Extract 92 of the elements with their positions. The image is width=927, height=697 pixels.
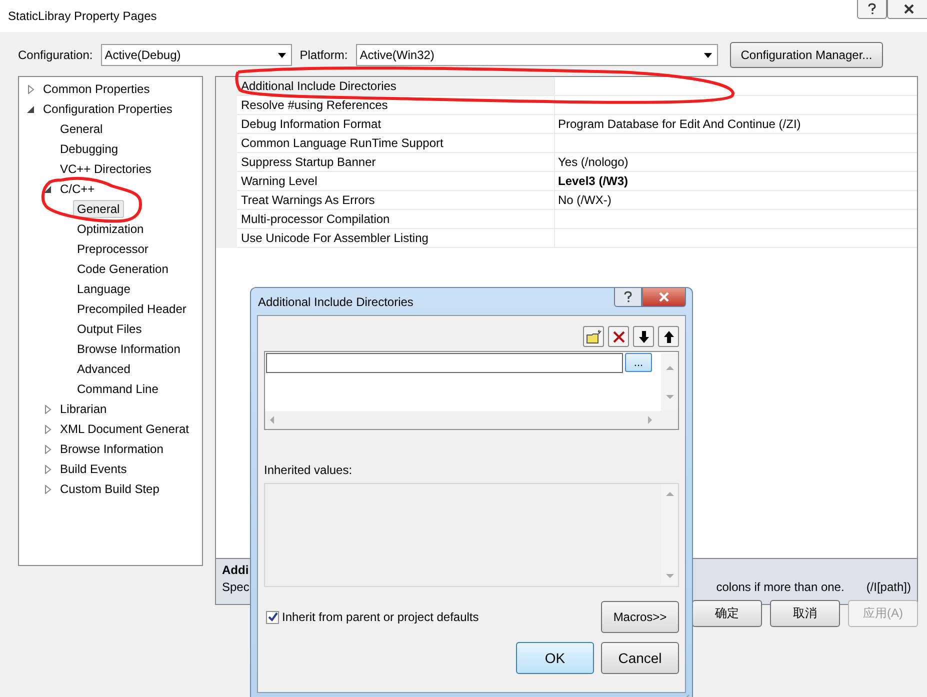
configuration-label: Configuration:: [18, 48, 93, 62]
property-name[interactable]: Additional Include Directories: [237, 77, 555, 96]
expanded-arrow-icon[interactable]: [27, 104, 35, 114]
dropdown-arrow-icon: [704, 52, 712, 58]
property-name[interactable]: Debug Information Format: [237, 115, 555, 134]
property-name[interactable]: Treat Warnings As Errors: [237, 191, 555, 210]
tree-item[interactable]: Configuration Properties: [39, 100, 176, 118]
tree-item[interactable]: Build Events: [56, 460, 131, 478]
description-text: Spec: [222, 580, 250, 594]
tree-item[interactable]: Browse Information: [73, 340, 184, 358]
dialog-button[interactable]: OK: [516, 642, 594, 674]
close-button[interactable]: [887, 0, 927, 19]
description-text: colons if more than one.: [716, 580, 844, 594]
tree-item[interactable]: C/C++: [56, 180, 99, 198]
property-value: Yes (/nologo): [558, 155, 628, 169]
up-arrow-icon: [664, 330, 674, 342]
help-icon: [623, 291, 633, 303]
move-up-button[interactable]: [658, 326, 679, 347]
dialog-button[interactable]: 确定: [692, 600, 762, 627]
tree-item[interactable]: Precompiled Header: [73, 300, 190, 318]
help-button[interactable]: [614, 288, 642, 307]
tree-item[interactable]: General: [73, 200, 124, 218]
delete-button[interactable]: [608, 326, 629, 347]
scroll-up-icon[interactable]: [666, 366, 674, 370]
property-name[interactable]: Suppress Startup Banner: [237, 153, 555, 172]
tree-item[interactable]: Command Line: [73, 380, 162, 398]
tree-item[interactable]: VC++ Directories: [56, 160, 156, 178]
property-value: Program Database for Edit And Continue (/ZI): [558, 117, 801, 131]
tree-item[interactable]: Custom Build Step: [56, 480, 164, 498]
move-down-button[interactable]: [633, 326, 654, 347]
row-header-cell[interactable]: [216, 77, 237, 96]
new-folder-button[interactable]: [583, 326, 604, 347]
tree-item[interactable]: Debugging: [56, 140, 122, 158]
property-name[interactable]: Use Unicode For Assembler Listing: [237, 229, 555, 248]
collapsed-arrow-icon[interactable]: [44, 464, 52, 474]
folder-icon: [586, 330, 602, 344]
tree-item[interactable]: Output Files: [73, 320, 146, 338]
vertical-scrollbar[interactable]: [661, 484, 678, 586]
property-value: No (/WX-): [558, 193, 612, 207]
help-icon: [867, 3, 877, 15]
collapsed-arrow-icon[interactable]: [27, 84, 35, 94]
command-line-option: (/I[path]): [866, 580, 911, 594]
expanded-arrow-icon[interactable]: [44, 184, 52, 194]
tree-item[interactable]: Language: [73, 280, 134, 298]
tree-item[interactable]: Browse Information: [56, 440, 168, 458]
browse-button[interactable]: ...: [625, 353, 652, 372]
tree-item[interactable]: Preprocessor: [73, 240, 152, 258]
dialog-button[interactable]: Cancel: [601, 642, 679, 674]
vertical-scrollbar[interactable]: [661, 353, 678, 411]
collapsed-arrow-icon[interactable]: [44, 444, 52, 454]
collapsed-arrow-icon[interactable]: [44, 404, 52, 414]
scroll-up-icon[interactable]: [666, 492, 674, 496]
platform-dropdown[interactable]: Active(Win32): [356, 44, 718, 66]
horizontal-scrollbar[interactable]: [265, 411, 678, 429]
configuration-manager-button[interactable]: Configuration Manager...: [730, 42, 884, 68]
property-value: Level3 (/W3): [558, 174, 628, 188]
property-name[interactable]: Multi-processor Compilation: [237, 210, 555, 229]
scroll-left-icon[interactable]: [270, 416, 274, 424]
help-button[interactable]: [857, 0, 887, 19]
window-title: StaticLibray Property Pages: [8, 9, 157, 23]
collapsed-arrow-icon[interactable]: [44, 424, 52, 434]
close-icon: [658, 292, 670, 302]
tree-item[interactable]: Librarian: [56, 400, 111, 418]
platform-label: Platform:: [300, 48, 348, 62]
close-icon: [903, 4, 915, 14]
dialog-button[interactable]: 取消: [770, 600, 840, 627]
tree-item[interactable]: Common Properties: [39, 80, 154, 98]
tree-item[interactable]: XML Document Generat: [56, 420, 193, 438]
row-header-cell[interactable]: [216, 229, 237, 248]
inherit-checkbox[interactable]: [266, 610, 279, 624]
collapsed-arrow-icon[interactable]: [44, 484, 52, 494]
tree-item[interactable]: General: [56, 120, 107, 138]
configuration-dropdown[interactable]: Active(Debug): [100, 44, 292, 66]
scroll-down-icon[interactable]: [666, 394, 674, 398]
dialog-title: Additional Include Directories: [257, 295, 414, 309]
directory-input-field[interactable]: [266, 353, 623, 373]
tree-item[interactable]: Code Generation: [73, 260, 172, 278]
close-button[interactable]: [642, 288, 686, 307]
tree-item[interactable]: Optimization: [73, 220, 148, 238]
scroll-down-icon[interactable]: [666, 574, 674, 578]
inherit-checkbox-label: Inherit from parent or project defaults: [282, 610, 479, 624]
down-arrow-icon: [638, 330, 648, 342]
property-name[interactable]: Warning Level: [237, 172, 555, 191]
description-title: Addi: [222, 563, 249, 577]
tree-item[interactable]: Advanced: [73, 360, 134, 378]
inherited-values-label: Inherited values:: [264, 463, 354, 477]
scroll-right-icon[interactable]: [648, 416, 652, 424]
property-name[interactable]: Common Language RunTime Support: [237, 134, 555, 153]
macros-button[interactable]: Macros>>: [601, 601, 679, 633]
dropdown-arrow-icon: [278, 52, 286, 58]
property-name[interactable]: Resolve #using References: [237, 96, 555, 115]
delete-icon: [612, 330, 626, 344]
